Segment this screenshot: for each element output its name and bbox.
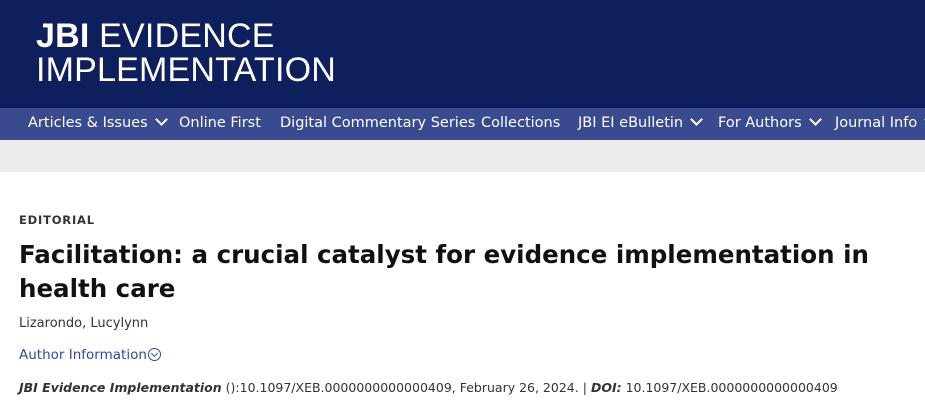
chevron-down-icon <box>154 113 168 126</box>
doi-label: DOI: <box>590 380 622 395</box>
article-type-label: EDITORIAL <box>19 213 95 227</box>
gray-toolbar-band <box>0 140 925 172</box>
author-information-label: Author Information <box>19 347 147 363</box>
article-title: Facilitation: a crucial catalyst for evi… <box>19 240 869 303</box>
citation-journal: JBI Evidence Implementation <box>19 380 222 395</box>
logo-jbi: JBI <box>36 17 90 55</box>
citation-details: ():10.1097/XEB.0000000000000409, Februar… <box>221 380 579 395</box>
chevron-down-icon <box>690 113 703 126</box>
main-nav: Articles & Issues Online First Digital C… <box>0 108 925 140</box>
chevron-down-circle-icon <box>147 348 161 361</box>
nav-item-digital-commentary-series[interactable]: Digital Commentary Series <box>280 108 475 140</box>
nav-item-journal-info[interactable]: Journal Info <box>835 108 925 140</box>
nav-item-label: JBI EI eBulletin <box>578 115 684 131</box>
nav-item-collections[interactable]: Collections <box>481 108 560 140</box>
nav-item-online-first[interactable]: Online First <box>179 108 261 140</box>
logo-implementation: IMPLEMENTATION <box>36 51 337 89</box>
nav-item-ebulletin[interactable]: JBI EI eBulletin <box>578 108 703 140</box>
chevron-down-icon <box>808 113 822 126</box>
doi-value: 10.1097/XEB.0000000000000409 <box>621 380 838 395</box>
nav-item-label: Articles & Issues <box>28 115 148 131</box>
nav-item-label: Online First <box>179 115 261 131</box>
author-information-toggle[interactable]: Author Information <box>19 346 161 363</box>
nav-item-articles-issues[interactable]: Articles & Issues <box>28 108 168 140</box>
nav-item-label: Journal Info <box>835 115 918 131</box>
citation-separator: | <box>582 380 587 395</box>
nav-item-label: For Authors <box>718 115 802 131</box>
logo-evidence: EVIDENCE <box>89 17 275 55</box>
article-authors[interactable]: Lizarondo, Lucylynn <box>19 316 148 331</box>
journal-logo[interactable]: JBI EVIDENCE IMPLEMENTATION <box>36 19 336 87</box>
article-citation: JBI Evidence Implementation ():10.1097/X… <box>19 380 838 395</box>
nav-item-label: Digital Commentary Series <box>280 115 476 131</box>
nav-item-for-authors[interactable]: For Authors <box>718 108 822 140</box>
site-header: JBI EVIDENCE IMPLEMENTATION <box>0 0 925 108</box>
nav-item-label: Collections <box>481 115 561 131</box>
